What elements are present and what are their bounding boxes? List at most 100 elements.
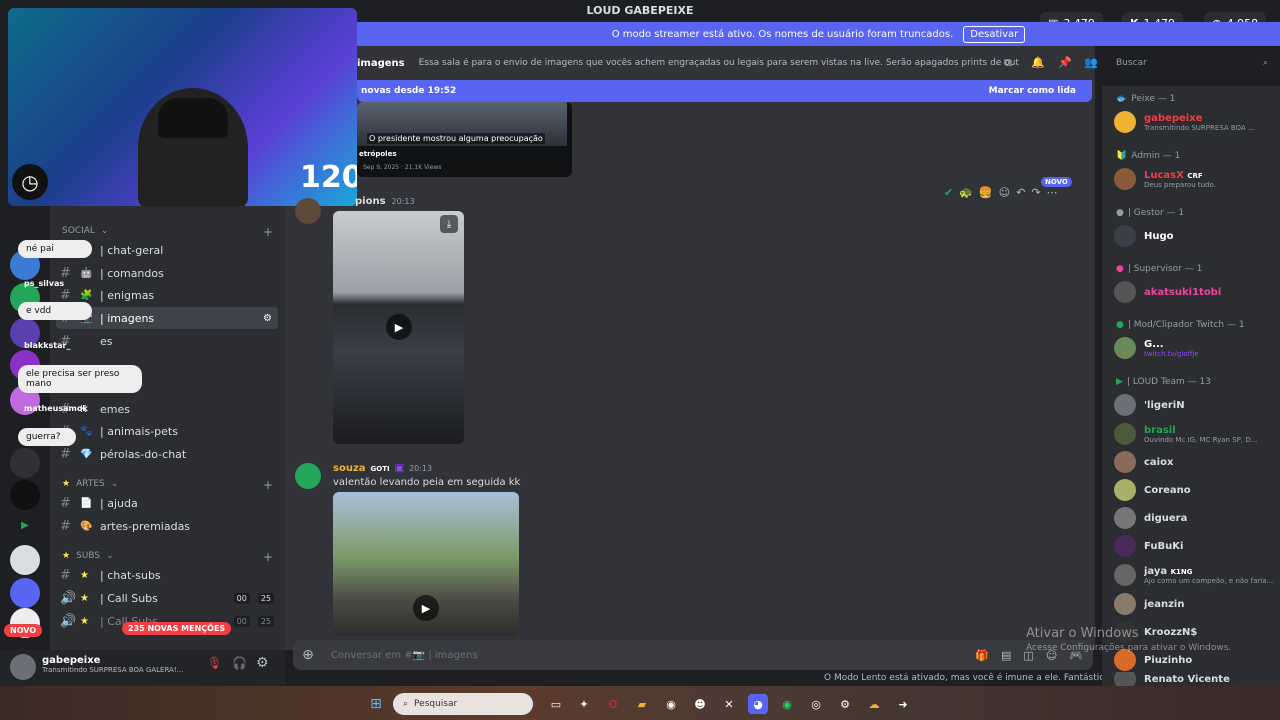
file-explorer-icon[interactable]: ▰ bbox=[632, 694, 652, 714]
channel-es[interactable]: # es bbox=[56, 330, 278, 352]
discord-icon[interactable]: ◕ bbox=[748, 694, 768, 714]
voice-channel-call-subs[interactable]: 🔊 ★ | Call Subs 00 25 bbox=[56, 587, 278, 609]
settings-icon[interactable]: ⚙ bbox=[835, 694, 855, 714]
copilot-icon[interactable]: ✦ bbox=[574, 694, 594, 714]
add-reaction-icon[interactable]: ☺ bbox=[999, 186, 1010, 199]
task-view-icon[interactable]: ▭ bbox=[546, 694, 566, 714]
member-group-header: ● | Supervisor — 1 bbox=[1116, 264, 1203, 274]
member-item[interactable]: jeanzin bbox=[1114, 591, 1280, 617]
gear-icon[interactable]: ⚙ bbox=[263, 313, 272, 324]
category-subs[interactable]: ★ SUBS ⌄ bbox=[62, 551, 114, 561]
add-attachment-icon[interactable]: ⊕ bbox=[293, 647, 323, 663]
search-input[interactable]: Buscar ⌕ bbox=[1110, 53, 1274, 73]
member-item[interactable]: jaya K1NG Ajo como um campeão, e não fari… bbox=[1114, 562, 1280, 588]
message-author[interactable]: souza bbox=[333, 463, 366, 474]
category-label: ARTES bbox=[76, 479, 105, 489]
avatar bbox=[1114, 225, 1136, 247]
app-icon[interactable]: ➜ bbox=[893, 694, 913, 714]
add-channel-icon[interactable]: + bbox=[263, 225, 273, 239]
channel-comandos[interactable]: # 🤖 | comandos bbox=[56, 262, 278, 284]
threads-icon[interactable]: ⧉ bbox=[1004, 56, 1012, 70]
channel-artes-premiadas[interactable]: # 🎨 artes-premiadas bbox=[56, 515, 278, 537]
add-channel-icon[interactable]: + bbox=[263, 550, 273, 564]
play-icon[interactable]: ▶ bbox=[10, 510, 40, 540]
gif-icon[interactable]: ▤ bbox=[1001, 649, 1011, 662]
server-icon[interactable] bbox=[10, 448, 40, 478]
channel-chat-subs[interactable]: # ★ | chat-subs bbox=[56, 564, 278, 586]
reaction-icon[interactable]: ✔ bbox=[944, 186, 953, 199]
new-badge[interactable]: NOVO bbox=[4, 624, 43, 637]
embed-card[interactable]: O presidente mostrou alguma preocupação … bbox=[357, 102, 572, 177]
pin-icon[interactable]: 📌 bbox=[1058, 56, 1072, 69]
play-icon[interactable]: ▶ bbox=[413, 595, 439, 621]
channel-perolas-do-chat[interactable]: # 💎 pérolas-do-chat bbox=[56, 443, 278, 465]
windows-start-icon[interactable]: ⊞ bbox=[366, 694, 386, 714]
embed-source: etrópoles bbox=[359, 150, 397, 158]
mark-as-read-button[interactable]: Marcar como lida bbox=[989, 86, 1076, 96]
member-item[interactable]: Coreano bbox=[1114, 477, 1280, 503]
member-item[interactable]: caiox bbox=[1114, 449, 1280, 475]
spotify-icon[interactable]: ◉ bbox=[777, 694, 797, 714]
mute-mic-icon[interactable]: 🎙 bbox=[207, 656, 222, 670]
member-item[interactable]: 'ligeriN bbox=[1114, 392, 1280, 418]
avatar[interactable] bbox=[295, 463, 321, 489]
channel-animais-pets[interactable]: #🐾| animais-pets bbox=[56, 420, 278, 442]
opera-icon[interactable]: O bbox=[603, 694, 623, 714]
app-icon[interactable]: ☻ bbox=[690, 694, 710, 714]
member-item[interactable]: Renato Vicente bbox=[1114, 672, 1280, 686]
avatar bbox=[1114, 593, 1136, 615]
search-icon: ⌕ bbox=[1262, 58, 1268, 68]
disable-streamer-mode-button[interactable]: Desativar bbox=[963, 25, 1026, 43]
server-icon[interactable] bbox=[10, 578, 40, 608]
add-channel-icon[interactable]: + bbox=[263, 478, 273, 492]
member-item[interactable]: akatsuki1tobi bbox=[1114, 279, 1280, 305]
member-item[interactable]: Hugo bbox=[1114, 223, 1280, 249]
category-artes[interactable]: ★ ARTES ⌄ bbox=[62, 479, 118, 489]
message-composer[interactable]: ⊕ Conversar em #📷 | imagens 🎁 ▤ ◫ ☺ 🎮 bbox=[293, 640, 1093, 670]
member-item[interactable]: diguera bbox=[1114, 505, 1280, 531]
member-item[interactable]: gabepeixe Transmitindo SURPRESA BOA ... bbox=[1114, 109, 1280, 135]
message-header: pions 20:13 bbox=[355, 196, 415, 207]
gift-icon[interactable]: 🎁 bbox=[975, 649, 989, 662]
deafen-icon[interactable]: 🎧 bbox=[232, 656, 247, 670]
reaction-icon[interactable]: 🐢 bbox=[959, 186, 973, 199]
forward-icon[interactable]: ↷ bbox=[1031, 186, 1040, 199]
play-icon[interactable]: ▶ bbox=[386, 314, 412, 340]
avatar[interactable] bbox=[295, 198, 321, 224]
reaction-icon[interactable]: 🍔 bbox=[979, 186, 993, 199]
taskbar-search[interactable]: ⌕ Pesquisar bbox=[393, 693, 533, 715]
bell-icon[interactable]: 🔔 bbox=[1031, 56, 1045, 69]
reply-icon[interactable]: ↶ bbox=[1016, 186, 1025, 199]
message-author[interactable]: pions bbox=[355, 196, 386, 207]
mentions-badge[interactable]: 235 NOVAS MENÇÕES bbox=[122, 622, 232, 635]
server-icon[interactable] bbox=[10, 480, 40, 510]
server-icon[interactable] bbox=[10, 545, 40, 575]
member-item[interactable]: LucasX CRF Deus preparou tudo. bbox=[1114, 166, 1280, 192]
new-messages-bar[interactable]: novas desde 19:52 Marcar como lida bbox=[357, 80, 1092, 102]
overlay-chat-name: ps_silvas bbox=[24, 279, 65, 288]
channel-enigmas[interactable]: # 🧩 | enigmas bbox=[56, 284, 278, 306]
steam-icon[interactable]: ◉ bbox=[661, 694, 681, 714]
avatar bbox=[1114, 564, 1136, 586]
member-group-header: 🐟 Peixe — 1 bbox=[1116, 94, 1176, 104]
message-time: 20:13 bbox=[391, 197, 415, 206]
channel-ajuda[interactable]: # 📄 | ajuda bbox=[56, 492, 278, 514]
more-icon[interactable]: ⋯ bbox=[1047, 186, 1058, 199]
overlay-chat-bubble: e vdd bbox=[18, 302, 92, 320]
member-item[interactable]: FuBuKi bbox=[1114, 533, 1280, 559]
member-item[interactable]: G... twitch.tv/gloffje bbox=[1114, 335, 1280, 361]
avatar[interactable] bbox=[10, 654, 36, 680]
category-social[interactable]: SOCIAL ⌄ bbox=[62, 226, 108, 236]
role-icon: ● bbox=[1116, 264, 1124, 274]
message-video[interactable]: ⤓ ▶ bbox=[333, 211, 464, 444]
settings-gear-icon[interactable]: ⚙ bbox=[256, 655, 269, 671]
member-item[interactable]: brasil Ouvindo Mc IG, MC Ryan SP, D... bbox=[1114, 421, 1280, 447]
message-video[interactable]: ▶ bbox=[333, 492, 519, 636]
obs-icon[interactable]: ◎ bbox=[806, 694, 826, 714]
member-group-header: 🔰 Admin — 1 bbox=[1116, 151, 1181, 161]
app-icon[interactable]: ✕ bbox=[719, 694, 739, 714]
app-icon[interactable]: ☁ bbox=[864, 694, 884, 714]
download-icon[interactable]: ⤓ bbox=[440, 215, 458, 233]
member-list-icon[interactable]: 👥 bbox=[1084, 56, 1098, 69]
channel-memes[interactable]: # Kemes bbox=[56, 398, 278, 420]
